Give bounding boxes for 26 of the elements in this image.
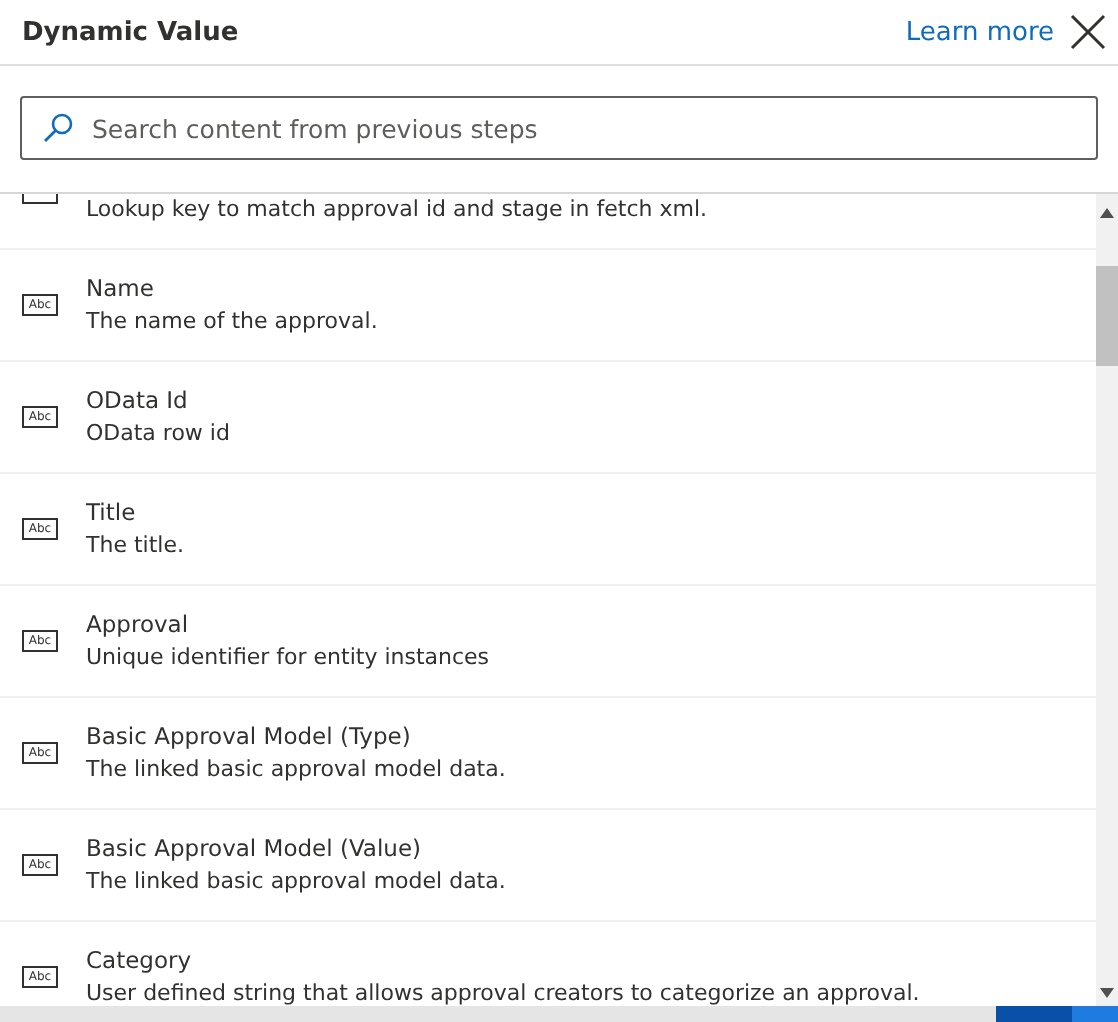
item-description: Unique identifier for entity instances bbox=[86, 642, 490, 672]
search-icon bbox=[42, 112, 74, 144]
close-button[interactable] bbox=[1066, 10, 1110, 54]
item-description: The linked basic approval model data. bbox=[86, 866, 506, 896]
learn-more-link[interactable]: Learn more bbox=[905, 17, 1054, 47]
item-title: OData Id bbox=[86, 386, 190, 416]
item-title: Basic Approval Model (Value) bbox=[86, 834, 424, 864]
item-description: OData row id bbox=[86, 418, 230, 448]
item-title: Basic Approval Model (Type) bbox=[86, 722, 413, 752]
item-description: The name of the approval. bbox=[86, 306, 378, 336]
scrollbar-thumb[interactable] bbox=[1096, 266, 1118, 366]
item-description: User defined string that allows approval creators to categorize an approval. bbox=[86, 978, 920, 1006]
item-description: The title. bbox=[86, 530, 184, 560]
item-description: Lookup key to match approval id and stage in fetch xml. bbox=[86, 194, 708, 224]
taskbar-accent bbox=[996, 1006, 1118, 1022]
item-title: Name bbox=[86, 274, 156, 304]
item-title: Title bbox=[86, 498, 138, 528]
scroll-down-icon[interactable] bbox=[1100, 988, 1114, 998]
scroll-up-icon[interactable] bbox=[1100, 208, 1114, 218]
item-description: The linked basic approval model data. bbox=[86, 754, 506, 784]
dynamic-value-item[interactable]: Lookup key to match approval id and stage in fetch xml. bbox=[0, 194, 1096, 250]
search-field[interactable]: Search content from previous steps bbox=[20, 96, 1098, 160]
scrollbar[interactable] bbox=[1096, 194, 1118, 1006]
panel-title: Dynamic Value bbox=[22, 17, 241, 47]
item-title: Category bbox=[86, 946, 194, 976]
item-title: Approval bbox=[86, 610, 191, 640]
